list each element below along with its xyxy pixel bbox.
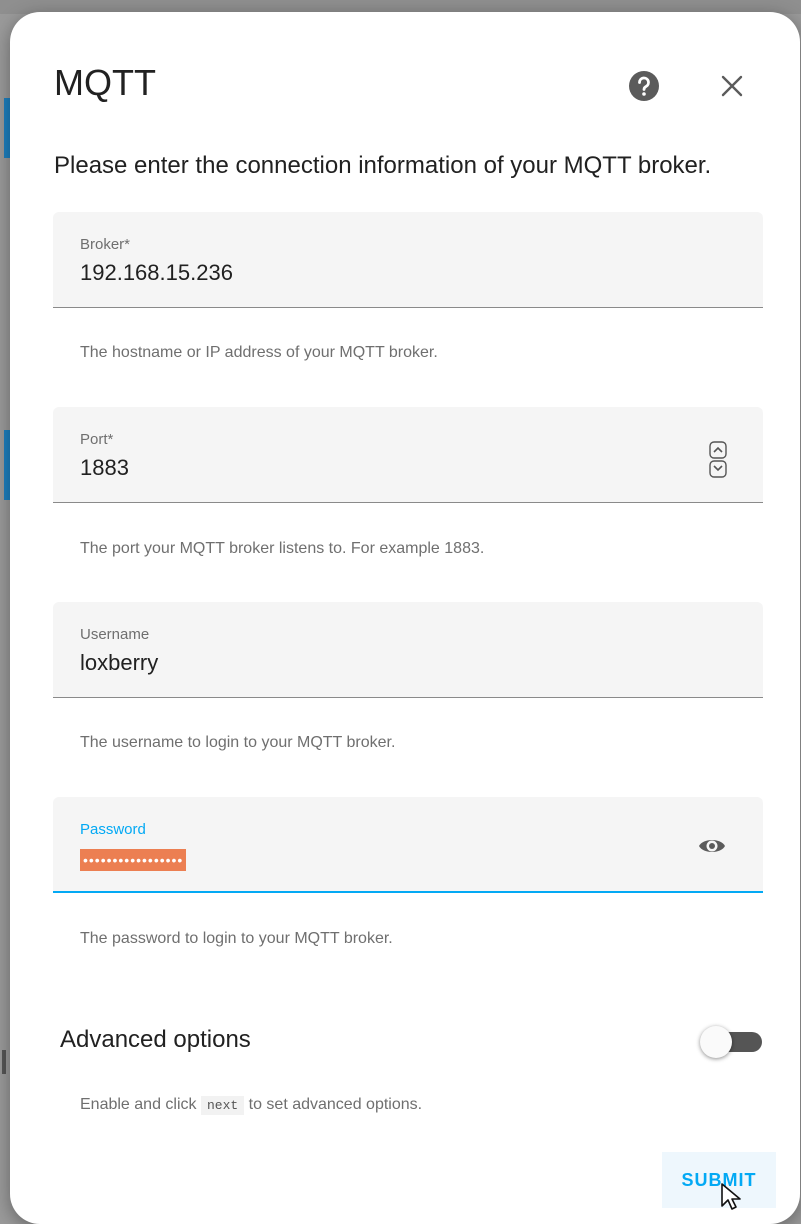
username-value[interactable]: loxberry bbox=[80, 650, 158, 676]
port-value[interactable]: 1883 bbox=[80, 455, 129, 481]
advanced-options-toggle[interactable] bbox=[700, 1024, 766, 1060]
eye-icon bbox=[699, 840, 725, 852]
advanced-help-code: next bbox=[200, 1096, 245, 1115]
password-label: Password bbox=[80, 821, 146, 838]
username-helper-text: The username to login to your MQTT broke… bbox=[80, 734, 396, 751]
dialog-title: MQTT bbox=[54, 62, 156, 103]
port-field[interactable]: Port* 1883 bbox=[53, 407, 763, 503]
advanced-options-helper: Enable and click next to set advanced op… bbox=[80, 1096, 423, 1115]
close-button[interactable] bbox=[714, 68, 750, 104]
broker-field[interactable]: Broker* 192.168.15.236 bbox=[53, 212, 763, 308]
port-stepper[interactable] bbox=[709, 441, 727, 479]
help-circle-icon bbox=[629, 71, 659, 101]
port-label: Port* bbox=[80, 431, 114, 448]
password-helper-text: The password to login to your MQTT broke… bbox=[80, 930, 393, 947]
advanced-help-suffix: to set advanced options. bbox=[244, 1096, 423, 1113]
show-password-button[interactable] bbox=[697, 831, 727, 861]
port-helper-text: The port your MQTT broker listens to. Fo… bbox=[80, 540, 485, 557]
username-field[interactable]: Username loxberry bbox=[53, 602, 763, 698]
dialog-description: Please enter the connection information … bbox=[54, 152, 712, 179]
advanced-help-prefix: Enable and click bbox=[80, 1096, 201, 1113]
broker-label: Broker* bbox=[80, 236, 131, 253]
password-field[interactable]: Password ••••••••••••••••• bbox=[53, 797, 763, 893]
background-mark bbox=[2, 1050, 6, 1074]
broker-value[interactable]: 192.168.15.236 bbox=[80, 260, 233, 286]
close-icon bbox=[721, 75, 743, 97]
help-button[interactable] bbox=[626, 68, 662, 104]
stepper-arrows-icon bbox=[709, 441, 727, 478]
broker-helper-text: The hostname or IP address of your MQTT … bbox=[80, 344, 438, 361]
toggle-thumb bbox=[700, 1026, 732, 1058]
advanced-options-label: Advanced options bbox=[60, 1026, 251, 1053]
username-label: Username bbox=[80, 626, 150, 643]
password-value[interactable]: ••••••••••••••••• bbox=[80, 849, 187, 871]
submit-button[interactable]: SUBMIT bbox=[662, 1152, 776, 1208]
mouse-cursor-icon bbox=[720, 1182, 744, 1212]
mqtt-config-dialog: MQTT Please enter the connection informa… bbox=[10, 12, 800, 1224]
